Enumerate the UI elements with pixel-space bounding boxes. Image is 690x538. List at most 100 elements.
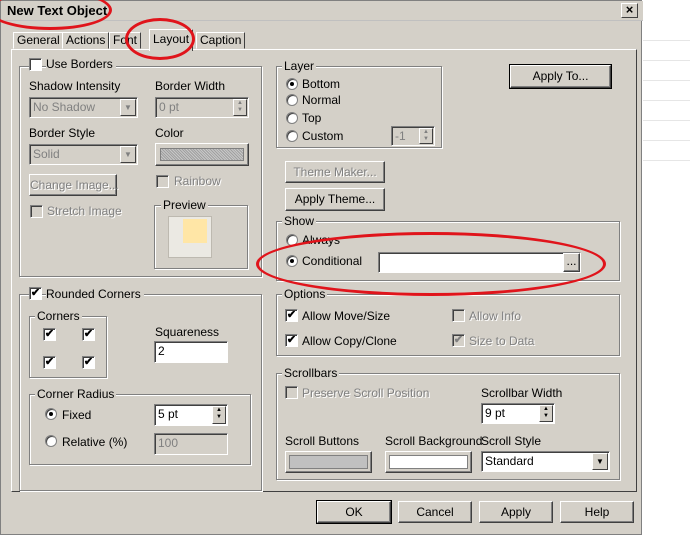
show-conditional-radio[interactable] — [286, 255, 298, 267]
theme-maker-button[interactable]: Theme Maker... — [285, 161, 385, 183]
layer-top-radio[interactable] — [286, 112, 298, 124]
corners-label: Corners — [35, 309, 82, 323]
allow-copy-clone-label: Allow Copy/Clone — [302, 334, 397, 348]
preview-group: Preview — [154, 198, 248, 269]
layer-normal-label: Normal — [302, 93, 341, 107]
rainbow-checkbox[interactable] — [156, 175, 169, 188]
rainbow-label: Rainbow — [174, 174, 221, 188]
scroll-background-color-button[interactable] — [385, 451, 472, 473]
conditional-expression-input[interactable] — [378, 252, 581, 273]
allow-info-checkbox[interactable] — [452, 309, 465, 322]
squareness-input[interactable]: 2 — [154, 341, 228, 363]
shadow-intensity-label: Shadow Intensity — [29, 79, 121, 93]
corner-bottom-left-checkbox[interactable]: ✔ — [43, 356, 56, 369]
preserve-scroll-position-label: Preserve Scroll Position — [302, 386, 430, 400]
layer-bottom-radio[interactable] — [286, 78, 298, 90]
tab-actions[interactable]: Actions — [62, 32, 110, 49]
border-style-label: Border Style — [29, 126, 96, 140]
rounded-corners-label: Rounded Corners — [46, 287, 144, 301]
size-to-data-label: Size to Data — [469, 334, 535, 348]
show-conditional-label: Conditional — [302, 254, 363, 268]
scroll-style-label: Scroll Style — [481, 434, 542, 448]
layer-custom-value: -1 — [395, 129, 406, 143]
allow-move-size-label: Allow Move/Size — [302, 309, 391, 323]
fixed-label: Fixed — [62, 408, 92, 422]
scroll-buttons-color-button[interactable] — [285, 451, 372, 473]
border-style-value: Solid — [33, 147, 60, 161]
preview-box — [168, 216, 212, 258]
scroll-style-value: Standard — [485, 454, 534, 468]
rounded-corners-checkbox[interactable]: ✔ — [29, 287, 42, 300]
spinner-arrows-icon: ▲ ▼ — [233, 99, 247, 116]
apply-theme-button[interactable]: Apply Theme... — [285, 188, 385, 211]
spinner-arrows-icon: ▲ ▼ — [539, 405, 553, 422]
border-style-dropdown[interactable]: Solid ▼ — [29, 144, 138, 165]
layer-top-label: Top — [302, 111, 322, 125]
color-label: Color — [155, 126, 184, 140]
stretch-image-checkbox[interactable] — [30, 205, 43, 218]
relative-radio[interactable] — [45, 435, 57, 447]
layer-bottom-label: Bottom — [302, 77, 341, 91]
scroll-buttons-swatch — [289, 455, 368, 469]
size-to-data-checkbox[interactable]: ✔ — [452, 334, 465, 347]
use-borders-checkbox[interactable] — [29, 58, 42, 71]
corners-group: Corners — [29, 309, 107, 378]
scroll-buttons-label: Scroll Buttons — [285, 434, 360, 448]
squareness-label: Squareness — [155, 325, 220, 339]
layer-custom-label: Custom — [302, 129, 344, 143]
tab-font[interactable]: Font — [109, 32, 142, 49]
relative-radius-input[interactable]: 100 — [154, 433, 228, 455]
show-always-label: Always — [302, 233, 341, 247]
spinner-arrows-icon: ▲ ▼ — [419, 128, 433, 144]
layer-legend: Layer — [282, 59, 317, 73]
allow-move-size-checkbox[interactable]: ✔ — [285, 309, 298, 322]
chevron-down-icon: ▼ — [120, 146, 136, 163]
color-swatch — [160, 148, 244, 161]
scrollbar-width-value: 9 pt — [485, 406, 506, 420]
conditional-expression-ellipsis-button[interactable]: ... — [563, 253, 580, 272]
corner-radius-label: Corner Radius — [35, 387, 117, 401]
border-width-spinner[interactable]: 0 pt ▲ ▼ — [155, 97, 249, 118]
fixed-radius-value: 5 pt — [158, 407, 179, 421]
tab-general[interactable]: General — [13, 32, 64, 49]
layer-custom-spinner[interactable]: -1 ▲ ▼ — [391, 126, 435, 146]
corner-top-left-checkbox[interactable]: ✔ — [43, 328, 56, 341]
allow-copy-clone-checkbox[interactable]: ✔ — [285, 334, 298, 347]
fixed-radius-spinner[interactable]: 5 pt ▲ ▼ — [154, 404, 228, 426]
tab-layout[interactable]: Layout — [149, 29, 194, 51]
allow-info-label: Allow Info — [469, 309, 522, 323]
border-color-button[interactable] — [155, 143, 249, 166]
relative-label: Relative (%) — [62, 435, 128, 449]
border-width-label: Border Width — [155, 79, 226, 93]
shadow-intensity-dropdown[interactable]: No Shadow ▼ — [29, 97, 138, 118]
scroll-background-label: Scroll Background — [385, 434, 483, 448]
corner-top-right-checkbox[interactable]: ✔ — [82, 328, 95, 341]
show-always-radio[interactable] — [286, 234, 298, 246]
ok-button[interactable]: OK — [316, 500, 392, 524]
stretch-image-label: Stretch Image — [47, 204, 122, 218]
cancel-button[interactable]: Cancel — [398, 501, 472, 523]
layer-normal-radio[interactable] — [286, 94, 298, 106]
new-text-object-dialog: New Text Object × General Actions Font L… — [0, 0, 643, 535]
scrollbar-width-label: Scrollbar Width — [481, 386, 563, 400]
use-borders-label: Use Borders — [46, 57, 116, 71]
tab-caption[interactable]: Caption — [196, 32, 246, 49]
change-image-button[interactable]: Change Image... — [29, 174, 119, 196]
chevron-down-icon: ▼ — [120, 99, 136, 116]
preserve-scroll-position-checkbox[interactable] — [285, 386, 298, 399]
scrollbar-width-spinner[interactable]: 9 pt ▲ ▼ — [481, 403, 555, 424]
layer-custom-radio[interactable] — [286, 130, 298, 142]
scroll-background-swatch — [389, 455, 468, 469]
apply-button[interactable]: Apply — [479, 501, 553, 523]
fixed-radio[interactable] — [45, 408, 57, 420]
scroll-style-dropdown[interactable]: Standard ▼ — [481, 451, 610, 472]
corner-bottom-right-checkbox[interactable]: ✔ — [82, 356, 95, 369]
options-legend: Options — [282, 287, 328, 301]
background-window-strip — [643, 0, 690, 538]
close-button[interactable]: × — [621, 3, 638, 18]
apply-to-button[interactable]: Apply To... — [509, 64, 612, 89]
spinner-arrows-icon: ▲ ▼ — [212, 406, 226, 424]
help-button[interactable]: Help — [560, 501, 634, 523]
title-bar: New Text Object × — [1, 1, 643, 21]
preview-label: Preview — [161, 198, 208, 212]
